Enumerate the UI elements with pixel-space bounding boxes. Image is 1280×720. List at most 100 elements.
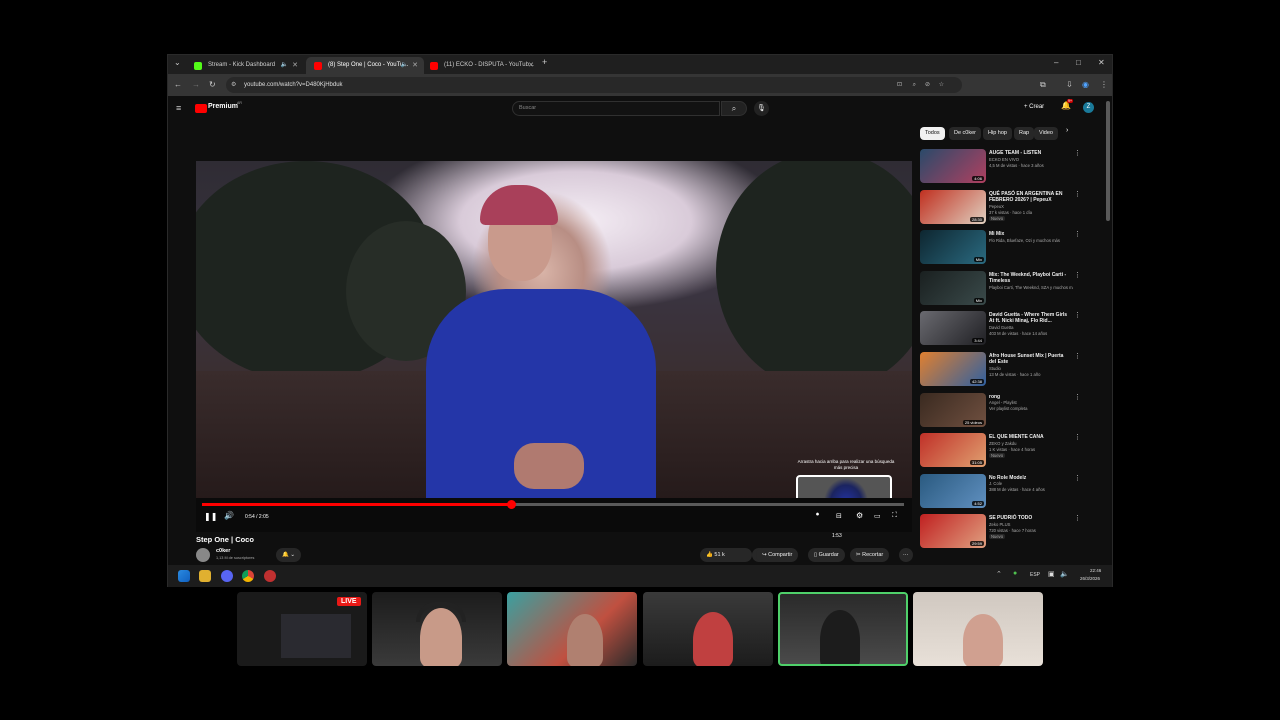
extensions-icon[interactable]: ⧉ — [1040, 74, 1046, 96]
maximize-button[interactable]: □ — [1076, 53, 1081, 72]
app-icon[interactable] — [264, 570, 276, 582]
recommendation-thumbnail[interactable]: 28:30 — [920, 189, 986, 224]
recommendation-item[interactable]: 29:59 SE PUDRIÓ TODO Zeko PLUS 720 vistas ·… — [920, 514, 1081, 552]
fullscreen-icon[interactable]: ⛶ — [892, 512, 897, 520]
close-window-button[interactable]: ✕ — [1098, 53, 1105, 72]
recommendation-item[interactable]: 3:44 David Guetta - Where Them Girls At f… — [920, 311, 1081, 349]
recommendation-thumbnail[interactable]: Mix — [920, 230, 986, 265]
downloads-icon[interactable]: ⇩ — [1066, 74, 1073, 96]
tab-kick[interactable]: Stream - Kick Dashboard 🔈 ✕ — [186, 57, 304, 74]
share-button[interactable]: ↪ Compartir — [756, 548, 799, 562]
more-options-icon[interactable]: ⋮ — [1074, 474, 1081, 482]
recommendation-item[interactable]: 28:30 QUÉ PASÓ EN ARGENTINA EN FEBRERO 20… — [920, 189, 1081, 228]
windows-start-icon[interactable] — [178, 570, 190, 582]
clip-button[interactable]: ✂ Recortar — [850, 548, 890, 562]
recommendation-title[interactable]: Mix: The Weeknd, Playboi Carti - Timeles… — [989, 272, 1071, 284]
profile-icon[interactable]: ◉ — [1082, 74, 1089, 96]
recommendation-item[interactable]: 42:38 Afro House Sunset Mix | Puerta del … — [920, 352, 1081, 390]
eye-off-icon[interactable]: ⊘ — [925, 77, 930, 93]
channel-avatar[interactable] — [196, 548, 210, 562]
tray-monitor-icon[interactable]: ▣ — [1048, 570, 1055, 578]
recommendation-item[interactable]: 4:06 AUGE TEAM - LISTEN ECKO EN VIVO 4,5 M … — [920, 149, 1081, 187]
pause-button[interactable]: ❚❚ — [204, 512, 217, 521]
tray-volume-icon[interactable]: 🔈 — [1060, 570, 1069, 578]
scrollbar[interactable] — [1106, 101, 1110, 221]
recommendation-item[interactable]: Mix Mix: The Weeknd, Playboi Carti - Time… — [920, 270, 1081, 309]
more-options-icon[interactable]: ⋮ — [1074, 393, 1081, 401]
chip-rap[interactable]: Rap — [1014, 127, 1035, 140]
reload-icon[interactable]: ↻ — [209, 74, 216, 96]
recommendation-title[interactable]: Mi Mix — [989, 231, 1071, 237]
video-player[interactable] — [196, 161, 912, 498]
tray-chevron-icon[interactable]: ⌃ — [996, 570, 1002, 578]
autoplay-toggle[interactable]: ⏺ — [816, 512, 819, 519]
recommendation-thumbnail[interactable]: 29:59 — [920, 514, 986, 549]
hamburger-icon[interactable]: ≡ — [176, 96, 181, 121]
search-button[interactable]: ⌕ — [721, 101, 747, 116]
url-field[interactable]: ⚙ youtube.com/watch?v=D480KjHbduk ⊡ ⌕ ⊘ … — [226, 77, 962, 93]
chip-video[interactable]: Video — [1034, 127, 1058, 140]
recommendation-title[interactable]: No Role Modelz — [989, 475, 1071, 481]
voice-search-button[interactable]: 🎙 — [754, 101, 769, 116]
progress-scrubber[interactable] — [506, 500, 516, 509]
subtitles-icon[interactable]: ⊟ — [836, 512, 842, 520]
recommendation-thumbnail[interactable]: Mix — [920, 270, 986, 305]
more-options-icon[interactable]: ⋮ — [1074, 311, 1081, 319]
tab-youtube-disputa[interactable]: (11) ECKO - DISPUTA - YouTub... ✕ — [422, 57, 540, 74]
more-options-icon[interactable]: ⋮ — [1074, 190, 1081, 198]
recommendation-thumbnail[interactable]: 4:06 — [920, 149, 986, 183]
chips-next-icon[interactable]: › — [1066, 127, 1068, 134]
save-button[interactable]: ▯ Guardar — [808, 548, 845, 562]
channel-name[interactable]: c0ker — [216, 548, 230, 554]
file-explorer-icon[interactable] — [199, 570, 211, 582]
tab-search-icon[interactable]: ⌄ — [174, 53, 181, 72]
more-options-icon[interactable]: ⋮ — [1074, 230, 1081, 238]
search-input[interactable]: Buscar — [512, 101, 720, 116]
more-options-icon[interactable]: ⋮ — [1074, 514, 1081, 522]
speaker-icon[interactable]: 🔈 — [281, 57, 288, 74]
more-actions-button[interactable]: ⋯ — [899, 548, 913, 562]
miniplayer-icon[interactable]: ▭ — [874, 512, 881, 520]
language-indicator[interactable]: ESP — [1030, 572, 1040, 578]
close-tab-icon[interactable]: ✕ — [528, 57, 534, 74]
close-tab-icon[interactable]: ✕ — [412, 57, 418, 74]
more-options-icon[interactable]: ⋮ — [1074, 149, 1081, 157]
create-button[interactable]: + Crear — [1024, 104, 1044, 110]
like-button[interactable]: 👍 51 k — [700, 548, 752, 562]
minimize-button[interactable]: – — [1054, 53, 1058, 72]
recommendation-title[interactable]: Afro House Sunset Mix | Puerta del Este — [989, 353, 1071, 365]
install-icon[interactable]: ⊡ — [897, 77, 902, 93]
recommendation-thumbnail[interactable]: 4:52 — [920, 473, 986, 508]
settings-icon[interactable]: ⚙ — [856, 511, 863, 520]
back-icon[interactable]: ← — [174, 74, 182, 96]
recommendation-title[interactable]: SE PUDRIÓ TODO — [989, 515, 1071, 521]
subscribed-bell-button[interactable]: 🔔 ⌄ — [276, 548, 301, 562]
volume-icon[interactable]: 🔊 — [224, 511, 234, 520]
chrome-icon[interactable] — [242, 570, 254, 582]
recommendation-thumbnail[interactable]: 3:44 — [920, 311, 986, 346]
recommendation-thumbnail[interactable]: 31:05 — [920, 433, 986, 468]
recommendation-thumbnail[interactable]: 42:38 — [920, 352, 986, 386]
recommendation-title[interactable]: David Guetta - Where Them Girls At ft. N… — [989, 312, 1071, 324]
more-options-icon[interactable]: ⋮ — [1074, 352, 1081, 360]
tab-youtube-step-one[interactable]: (8) Step One | Coco - YouTu... 🔈 ✕ — [306, 57, 424, 74]
menu-icon[interactable]: ⋮ — [1100, 74, 1108, 96]
recommendation-item[interactable]: 4:52 No Role Modelz J. Cole 388 M de vistas… — [920, 473, 1081, 512]
recommendation-item[interactable]: 31:05 EL QUE MIENTE CANA ZEKO y Zakdu 1 K v… — [920, 433, 1081, 471]
avatar[interactable]: Z — [1083, 102, 1094, 113]
speaker-icon[interactable]: 🔈 — [401, 57, 408, 74]
recommendation-item[interactable]: Mix Mi Mix Flo Rida, Bluefaze, Ozi y mucho… — [920, 230, 1081, 268]
tray-mic-icon[interactable]: ● — [1013, 570, 1017, 577]
more-options-icon[interactable]: ⋮ — [1074, 433, 1081, 441]
discord-icon[interactable] — [221, 570, 233, 582]
recommendation-title[interactable]: rong — [989, 394, 1071, 400]
new-tab-button[interactable]: + — [542, 53, 547, 72]
zoom-icon[interactable]: ⌕ — [913, 77, 916, 93]
more-options-icon[interactable]: ⋮ — [1074, 271, 1081, 279]
chip-from-channel[interactable]: De c0ker — [949, 127, 982, 140]
recommendation-title[interactable]: AUGE TEAM - LISTEN — [989, 150, 1071, 156]
site-info-icon[interactable]: ⚙ — [231, 77, 236, 93]
recommendation-title[interactable]: EL QUE MIENTE CANA — [989, 434, 1071, 440]
recommendation-item[interactable]: 25 videos rong Angel - Playlist Ver playlis… — [920, 392, 1081, 431]
close-tab-icon[interactable]: ✕ — [292, 57, 298, 74]
